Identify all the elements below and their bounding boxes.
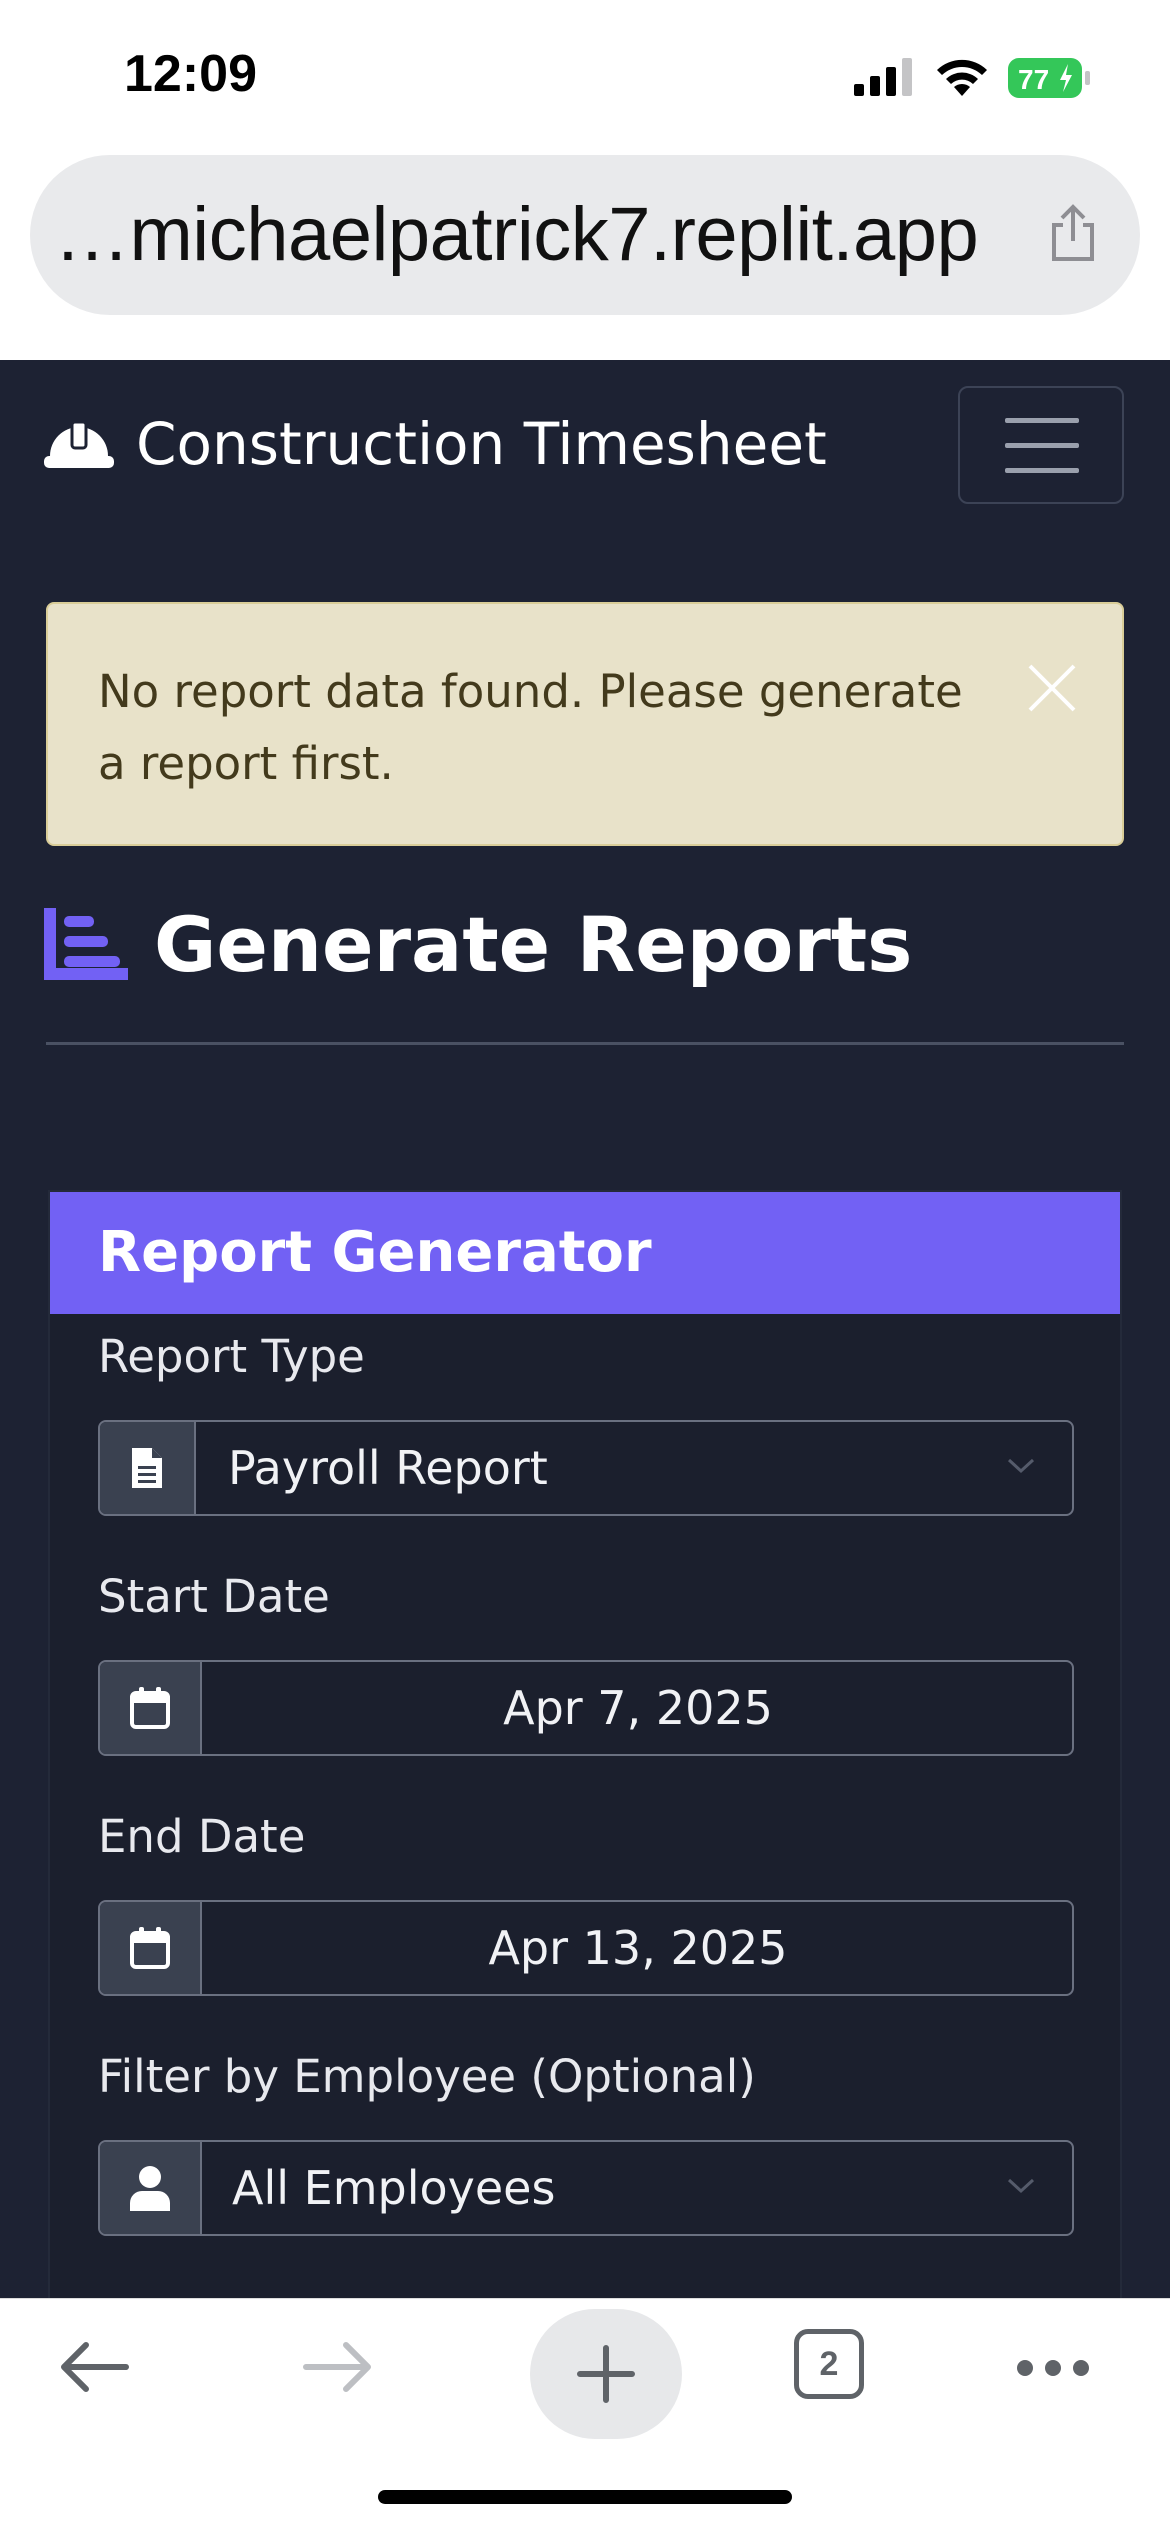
brand-link[interactable]: Construction Timesheet — [136, 410, 827, 478]
back-arrow-icon[interactable] — [58, 2341, 130, 2397]
end-date-value[interactable]: Apr 13, 2025 — [202, 1902, 1072, 1994]
status-bar: 12:09 77 — [0, 0, 1170, 150]
battery-icon: 77 — [1006, 56, 1092, 104]
calendar-icon — [100, 1902, 202, 1994]
card-header: Report Generator — [50, 1192, 1120, 1314]
chart-bar-icon — [44, 908, 128, 988]
hamburger-icon-line — [1005, 468, 1079, 473]
start-date-value[interactable]: Apr 7, 2025 — [202, 1662, 1072, 1754]
page-heading: Generate Reports — [44, 900, 1126, 1020]
alert-message: No report data found. Please generate a … — [98, 665, 963, 790]
share-icon[interactable] — [1046, 203, 1100, 267]
start-date-label: Start Date — [98, 1570, 330, 1623]
navbar: Construction Timesheet — [0, 360, 1170, 530]
report-generator-card: Report Generator Report Type Payroll Rep… — [48, 1190, 1122, 2298]
employee-filter-label: Filter by Employee (Optional) — [98, 2050, 756, 2103]
start-date-input[interactable]: Apr 7, 2025 — [98, 1660, 1074, 1756]
file-icon — [100, 1422, 196, 1514]
hard-hat-icon — [44, 416, 114, 476]
more-icon[interactable] — [1016, 2359, 1090, 2381]
navbar-toggle-button[interactable] — [958, 386, 1124, 504]
battery-level: 77 — [1018, 64, 1049, 95]
page-title: Generate Reports — [154, 900, 913, 989]
new-tab-button[interactable] — [530, 2309, 682, 2439]
hamburger-icon-line — [1005, 443, 1079, 448]
forward-arrow-icon[interactable] — [302, 2341, 374, 2397]
close-icon[interactable] — [1026, 662, 1078, 718]
report-type-value[interactable]: Payroll Report — [228, 1422, 548, 1514]
url-text[interactable]: …michaelpatrick7.replit.app — [54, 191, 979, 278]
home-indicator — [378, 2490, 792, 2504]
app-viewport: Construction Timesheet No report data fo… — [0, 360, 1170, 2298]
employee-filter-select[interactable]: All Employees — [98, 2140, 1074, 2236]
card-title: Report Generator — [98, 1220, 652, 1285]
employee-filter-value[interactable]: All Employees — [232, 2142, 555, 2234]
report-type-select[interactable]: Payroll Report — [98, 1420, 1074, 1516]
hamburger-icon — [1005, 418, 1079, 423]
wifi-icon — [934, 56, 990, 102]
chevron-down-icon — [1006, 1456, 1036, 1480]
chevron-down-icon — [1006, 2176, 1036, 2200]
calendar-icon — [100, 1662, 202, 1754]
status-time: 12:09 — [124, 45, 257, 103]
divider — [46, 1042, 1124, 1045]
warning-alert: No report data found. Please generate a … — [46, 602, 1124, 846]
plus-icon — [577, 2345, 635, 2403]
end-date-label: End Date — [98, 1810, 306, 1863]
report-type-label: Report Type — [98, 1330, 365, 1383]
tabs-icon[interactable]: 2 — [794, 2329, 864, 2399]
user-icon — [100, 2142, 202, 2234]
end-date-input[interactable]: Apr 13, 2025 — [98, 1900, 1074, 1996]
address-bar[interactable]: …michaelpatrick7.replit.app — [30, 155, 1140, 315]
cellular-signal-icon — [852, 58, 916, 102]
